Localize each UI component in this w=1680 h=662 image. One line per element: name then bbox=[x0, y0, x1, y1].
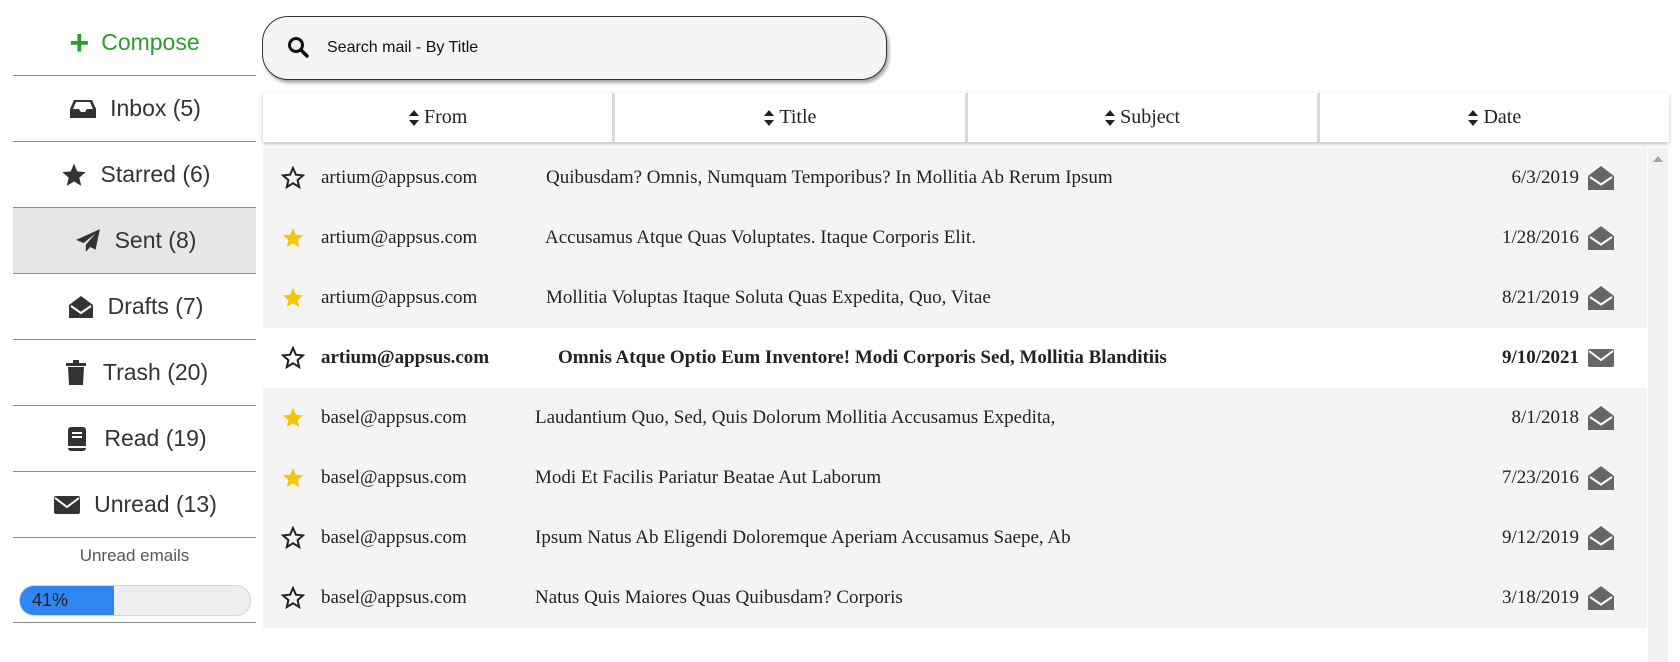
sort-title-button[interactable]: Title bbox=[615, 93, 968, 142]
star-icon bbox=[59, 162, 89, 188]
sidebar-item-label: Trash (20) bbox=[102, 359, 209, 385]
email-from: artium@appsus.com bbox=[321, 347, 490, 368]
column-header-label: Date bbox=[1483, 106, 1522, 128]
unread-progress-section: Unread emails 41% bbox=[13, 538, 256, 623]
scrollbar[interactable] bbox=[1648, 148, 1668, 662]
star-icon[interactable] bbox=[281, 286, 305, 310]
trash-icon bbox=[61, 359, 91, 386]
sidebar-item-inbox[interactable]: Inbox (5) bbox=[13, 76, 256, 142]
envelope-open-icon[interactable] bbox=[1587, 225, 1615, 251]
sort-from-button[interactable]: From bbox=[263, 93, 616, 142]
email-date: 7/23/2016 bbox=[1501, 467, 1579, 488]
email-from: basel@appsus.com bbox=[321, 527, 467, 548]
envelope-open-icon[interactable] bbox=[1587, 285, 1615, 311]
email-from: artium@appsus.com bbox=[321, 287, 478, 308]
email-title: Omnis Atque Optio Eum Inventore! Modi Co… bbox=[558, 347, 1167, 368]
email-row[interactable]: artium@appsus.com Quibusdam? Omnis, Numq… bbox=[263, 148, 1647, 208]
search-bar bbox=[262, 16, 887, 80]
star-icon[interactable] bbox=[281, 466, 305, 490]
sidebar-item-label: Starred (6) bbox=[100, 161, 211, 187]
sidebar-item-label: Read (19) bbox=[104, 425, 207, 451]
sidebar-item-sent[interactable]: Sent (8) bbox=[13, 208, 256, 274]
scroll-up-arrow-icon[interactable] bbox=[1653, 156, 1663, 162]
email-title: Ipsum Natus Ab Eligendi Doloremque Aperi… bbox=[535, 527, 1071, 548]
email-date: 9/10/2021 bbox=[1501, 347, 1579, 368]
email-row[interactable]: basel@appsus.com Modi Et Facilis Pariatu… bbox=[263, 448, 1647, 508]
star-icon[interactable] bbox=[280, 165, 306, 190]
star-icon[interactable] bbox=[280, 345, 306, 370]
sidebar-item-label: Inbox (5) bbox=[110, 95, 201, 121]
column-header-label: From bbox=[423, 106, 468, 128]
sort-icon bbox=[1467, 109, 1479, 127]
sort-date-button[interactable]: Date bbox=[1320, 93, 1669, 142]
email-from: artium@appsus.com bbox=[321, 227, 478, 248]
email-row[interactable]: basel@appsus.com Laudantium Quo, Sed, Qu… bbox=[263, 388, 1647, 448]
column-header-label: Title bbox=[779, 106, 817, 128]
progress-title: Unread emails bbox=[79, 546, 190, 565]
envelope-open-icon[interactable] bbox=[1587, 405, 1615, 431]
table-header: From Title Subject Date bbox=[263, 93, 1669, 142]
email-row[interactable]: artium@appsus.com Mollitia Voluptas Itaq… bbox=[263, 268, 1647, 328]
column-header-label: Subject bbox=[1120, 106, 1181, 128]
email-from: basel@appsus.com bbox=[321, 407, 467, 428]
email-date: 8/1/2018 bbox=[1511, 407, 1579, 428]
sort-icon bbox=[408, 109, 420, 127]
sidebar-item-starred[interactable]: Starred (6) bbox=[13, 142, 256, 208]
email-row[interactable]: artium@appsus.com Accusamus Atque Quas V… bbox=[263, 208, 1647, 268]
compose-label: Compose bbox=[101, 29, 200, 55]
email-date: 8/21/2019 bbox=[1501, 287, 1579, 308]
email-title: Modi Et Facilis Pariatur Beatae Aut Labo… bbox=[535, 467, 882, 488]
email-title: Natus Quis Maiores Quas Quibusdam? Corpo… bbox=[535, 587, 903, 608]
sidebar-item-label: Sent (8) bbox=[114, 227, 197, 253]
email-list: artium@appsus.com Quibusdam? Omnis, Numq… bbox=[263, 148, 1647, 628]
search-icon[interactable] bbox=[287, 36, 311, 60]
search-input[interactable] bbox=[325, 38, 829, 58]
sidebar-item-label: Unread (13) bbox=[94, 491, 217, 517]
sort-icon bbox=[763, 109, 775, 127]
envelope-open-icon[interactable] bbox=[1587, 165, 1615, 191]
envelope-open-icon[interactable] bbox=[1587, 525, 1615, 551]
email-date: 6/3/2019 bbox=[1511, 167, 1579, 188]
sidebar-item-label: Drafts (7) bbox=[107, 293, 204, 319]
plus-icon: + bbox=[69, 23, 90, 62]
email-row[interactable]: basel@appsus.com Ipsum Natus Ab Eligendi… bbox=[263, 508, 1647, 568]
email-row[interactable]: basel@appsus.com Natus Quis Maiores Quas… bbox=[263, 568, 1647, 628]
email-date: 9/12/2019 bbox=[1501, 527, 1579, 548]
email-row[interactable]: artium@appsus.com Omnis Atque Optio Eum … bbox=[263, 328, 1647, 388]
sidebar-item-unread[interactable]: Unread (13) bbox=[13, 472, 256, 538]
progress-fill: 41% bbox=[20, 586, 115, 615]
email-date: 3/18/2019 bbox=[1501, 587, 1579, 608]
star-icon[interactable] bbox=[281, 406, 305, 430]
sidebar-item-read[interactable]: Read (19) bbox=[13, 406, 256, 472]
envelope-open-icon bbox=[66, 294, 96, 320]
unread-progress-bar: 41% bbox=[19, 585, 251, 616]
envelope-icon[interactable] bbox=[1587, 345, 1615, 371]
compose-button[interactable]: + Compose bbox=[13, 10, 256, 76]
envelope-open-icon[interactable] bbox=[1587, 465, 1615, 491]
email-title: Quibusdam? Omnis, Numquam Temporibus? In… bbox=[546, 167, 1113, 188]
sidebar: + Compose Inbox (5) Starred (6) Sent (8)… bbox=[13, 10, 256, 623]
email-title: Accusamus Atque Quas Voluptates. Itaque … bbox=[545, 227, 976, 248]
book-icon bbox=[62, 426, 92, 452]
email-title: Mollitia Voluptas Itaque Soluta Quas Exp… bbox=[546, 287, 991, 308]
sidebar-item-trash[interactable]: Trash (20) bbox=[13, 340, 256, 406]
paper-plane-icon bbox=[73, 228, 103, 254]
email-date: 1/28/2016 bbox=[1501, 227, 1579, 248]
envelope-open-icon[interactable] bbox=[1587, 585, 1615, 611]
sort-icon bbox=[1104, 109, 1116, 127]
star-icon[interactable] bbox=[280, 525, 306, 550]
inbox-icon bbox=[68, 96, 98, 122]
email-title: Laudantium Quo, Sed, Quis Dolorum Mollit… bbox=[535, 407, 1056, 428]
star-icon[interactable] bbox=[281, 226, 305, 250]
email-from: basel@appsus.com bbox=[321, 587, 467, 608]
envelope-icon bbox=[52, 492, 82, 518]
sidebar-item-drafts[interactable]: Drafts (7) bbox=[13, 274, 256, 340]
sort-subject-button[interactable]: Subject bbox=[968, 93, 1320, 142]
star-icon[interactable] bbox=[280, 585, 306, 610]
email-from: artium@appsus.com bbox=[321, 167, 478, 188]
email-from: basel@appsus.com bbox=[321, 467, 467, 488]
